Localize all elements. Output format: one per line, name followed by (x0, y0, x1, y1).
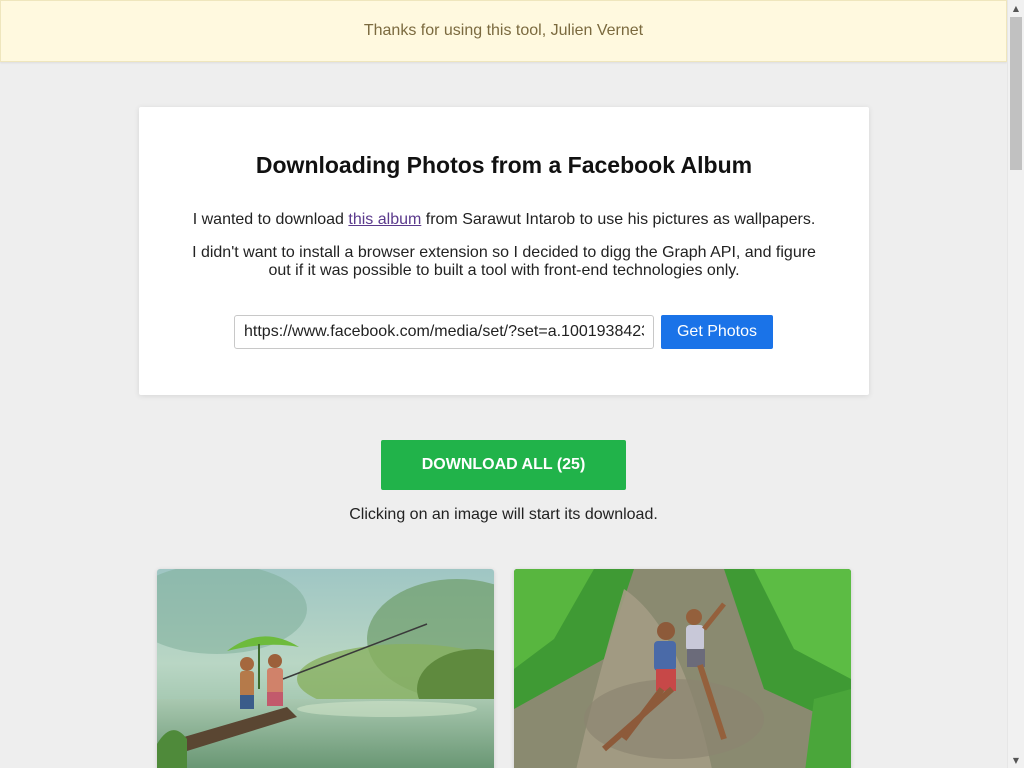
explanation-paragraph: I didn't want to install a browser exten… (192, 244, 816, 279)
photo-fishing-boys-image (157, 569, 494, 768)
banner-text: Thanks for using this tool, Julien Verne… (363, 22, 644, 39)
vertical-scrollbar[interactable]: ▲ ▼ (1007, 0, 1024, 768)
thanks-banner: Thanks for using this tool, Julien Verne… (0, 0, 1007, 62)
page-title: Downloading Photos from a Facebook Album (255, 152, 753, 178)
scroll-thumb[interactable] (1010, 17, 1022, 170)
intro-card: Downloading Photos from a Facebook Album… (139, 107, 869, 395)
scroll-down-arrow-icon[interactable]: ▼ (1008, 752, 1024, 768)
intro-paragraph: I wanted to download this album from Sar… (179, 210, 829, 230)
intro-text-after: from Sarawut Intarob to use his pictures… (421, 211, 816, 228)
album-link[interactable]: this album (348, 211, 421, 228)
scroll-up-arrow-icon[interactable]: ▲ (1008, 0, 1024, 16)
get-photos-button[interactable]: Get Photos (661, 315, 773, 349)
intro-text-before: I wanted to download (192, 211, 349, 228)
photo-rice-field-kids-image (514, 569, 851, 768)
album-url-input[interactable] (234, 315, 654, 349)
download-hint: Clicking on an image will start its down… (349, 506, 658, 523)
page: Thanks for using this tool, Julien Verne… (0, 0, 1007, 768)
album-photo[interactable] (514, 569, 851, 768)
download-all-button[interactable]: DOWNLOAD ALL (25) (381, 440, 626, 490)
album-photo[interactable] (157, 569, 494, 768)
